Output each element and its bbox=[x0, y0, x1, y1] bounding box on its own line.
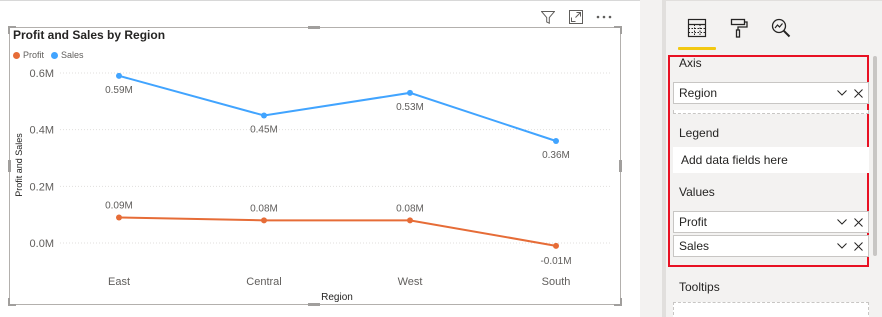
data-point-sales[interactable] bbox=[261, 112, 267, 119]
data-point-sales[interactable] bbox=[116, 72, 122, 79]
analytics-magnifier-icon bbox=[770, 17, 792, 44]
data-label: 0.08M bbox=[250, 203, 278, 214]
data-point-profit[interactable] bbox=[407, 217, 413, 224]
axis-field-label: Region bbox=[679, 86, 718, 100]
tab-analytics[interactable] bbox=[760, 14, 802, 50]
x-axis-title: Region bbox=[321, 292, 353, 303]
line-chart: 0.0M 0.2M 0.4M 0.6M East Central West South Regi… bbox=[14, 68, 612, 303]
y-axis-title: Profit and Sales bbox=[14, 133, 24, 197]
y-tick-label: 0.2M bbox=[30, 181, 54, 193]
values-section-label: Values bbox=[679, 185, 715, 199]
x-tick-label: South bbox=[542, 276, 571, 288]
remove-field-icon[interactable] bbox=[851, 239, 865, 253]
y-tick-label: 0.6M bbox=[30, 68, 54, 80]
fields-icon bbox=[686, 17, 708, 44]
data-label: -0.01M bbox=[540, 256, 571, 267]
x-tick-label: Central bbox=[246, 276, 281, 288]
pane-scrollbar[interactable] bbox=[873, 56, 877, 256]
pane-top-border bbox=[666, 0, 882, 1]
values-field-pill-sales[interactable]: Sales bbox=[673, 235, 869, 257]
data-label: 0.36M bbox=[542, 150, 570, 161]
data-label: 0.59M bbox=[105, 85, 133, 96]
data-point-profit[interactable] bbox=[261, 217, 267, 224]
data-point-sales[interactable] bbox=[407, 89, 413, 96]
axis-section-label: Axis bbox=[679, 56, 702, 70]
data-point-profit[interactable] bbox=[553, 242, 559, 249]
data-label: 0.45M bbox=[250, 125, 278, 136]
remove-field-icon[interactable] bbox=[851, 215, 865, 229]
axis-field-pill-region[interactable]: Region bbox=[673, 82, 869, 104]
format-paint-roller-icon bbox=[728, 17, 750, 44]
y-tick-label: 0.4M bbox=[30, 125, 54, 137]
data-label: 0.53M bbox=[396, 102, 424, 113]
chevron-down-icon[interactable] bbox=[835, 239, 849, 253]
legend-well-dropzone[interactable]: Add data fields here bbox=[673, 147, 869, 173]
legend-section-label: Legend bbox=[679, 126, 720, 140]
data-point-sales[interactable] bbox=[553, 138, 559, 144]
chevron-down-icon[interactable] bbox=[835, 215, 849, 229]
tab-format[interactable] bbox=[718, 14, 760, 50]
data-label: 0.09M bbox=[105, 201, 133, 212]
pane-tabs bbox=[676, 14, 802, 50]
values-field-label: Profit bbox=[679, 215, 708, 229]
axis-well-dropzone[interactable] bbox=[673, 110, 869, 114]
data-label: 0.08M bbox=[396, 203, 424, 214]
series-line-sales bbox=[118, 74, 557, 142]
x-tick-label: West bbox=[398, 276, 423, 288]
tooltips-section-label: Tooltips bbox=[679, 280, 720, 294]
x-tick-label: East bbox=[108, 276, 130, 288]
active-tab-indicator bbox=[678, 47, 716, 50]
remove-field-icon[interactable] bbox=[851, 86, 865, 100]
values-field-label: Sales bbox=[679, 239, 710, 253]
y-tick-label: 0.0M bbox=[30, 238, 54, 250]
tab-fields[interactable] bbox=[676, 14, 718, 50]
tooltips-well-dropzone[interactable] bbox=[673, 302, 869, 317]
values-field-pill-profit[interactable]: Profit bbox=[673, 211, 869, 233]
chevron-down-icon[interactable] bbox=[835, 86, 849, 100]
data-point-profit[interactable] bbox=[116, 214, 122, 221]
series-line-profit bbox=[118, 216, 557, 247]
